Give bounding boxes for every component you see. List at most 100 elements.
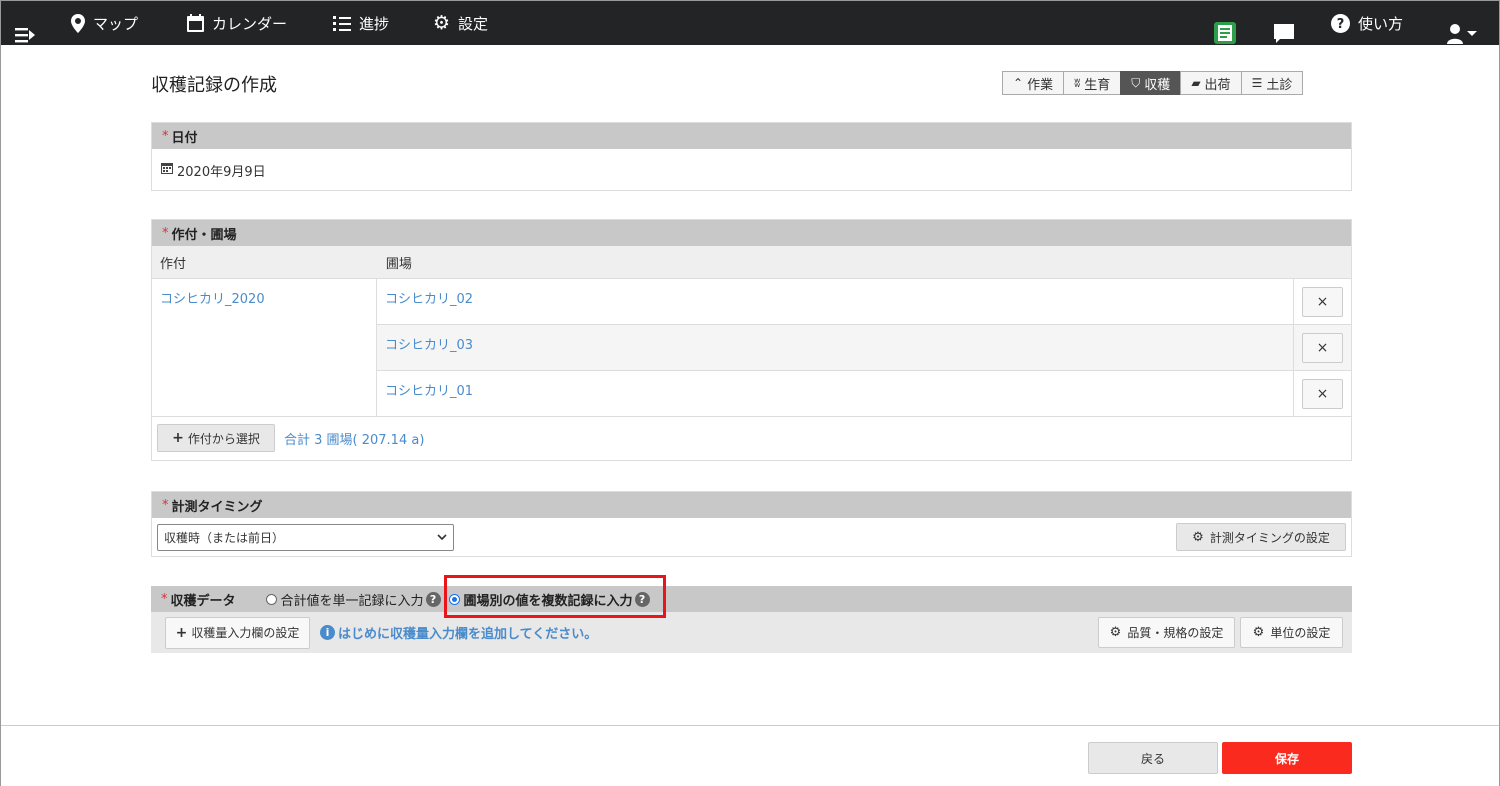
date-section-title: 日付 [171, 130, 198, 146]
remove-field-button[interactable]: × [1302, 378, 1343, 409]
nav-progress-label: 進捗 [359, 14, 390, 33]
field-table-body: コシヒカリ_2020 コシヒカリ_02 × コシヒカリ_03 × コシヒカリ_0… [152, 279, 1351, 417]
tab-growth-label: 生育 [1084, 77, 1111, 93]
timing-body: 収穫時（または前日） ⚙ 計測タイミングの設定 [152, 518, 1351, 556]
date-picker[interactable]: 2020年9月9日 [152, 149, 1351, 191]
tab-work[interactable]: ⌃ 作業 [1002, 71, 1065, 95]
harvest-data-header: * 収穫データ 合計値を単一記録に入力 ? 圃場別の値を複数記録に入力 ? [151, 586, 1352, 612]
help-icon[interactable]: ? [425, 591, 441, 607]
timing-section-header: * 計測タイミング [152, 492, 1351, 518]
table-row: コシヒカリ_02 × [377, 279, 1351, 325]
grass-icon: ʬ [1074, 76, 1081, 90]
field-link[interactable]: コシヒカリ_01 [385, 384, 473, 399]
crop-field-header: * 作付・圃場 [152, 220, 1351, 246]
quality-settings-label: 品質・規格の設定 [1127, 626, 1224, 640]
tab-shipping[interactable]: ▰ 出荷 [1180, 71, 1242, 95]
date-value: 2020年9月9日 [177, 164, 266, 180]
unit-settings-button[interactable]: ⚙ 単位の設定 [1240, 617, 1343, 648]
harvest-input-settings-label: 収穫量入力欄の設定 [191, 626, 300, 640]
info-message: i はじめに収穫量入力欄を追加してください。 [320, 623, 597, 642]
gear-icon: ⚙ [1192, 529, 1204, 545]
remove-field-button[interactable]: × [1302, 286, 1343, 317]
gear-icon: ⚙ [1252, 625, 1265, 640]
col-action [1294, 246, 1351, 278]
col-field: 圃場 [385, 256, 412, 272]
tab-work-label: 作業 [1027, 77, 1054, 93]
sliders-icon: ☰ [1251, 76, 1263, 90]
user-icon [1447, 24, 1477, 44]
timing-section-title: 計測タイミング [171, 499, 263, 515]
checklist-icon [333, 16, 351, 31]
field-table-header: 作付 圃場 [152, 246, 1351, 279]
harvest-data-section: * 収穫データ 合計値を単一記録に入力 ? 圃場別の値を複数記録に入力 ? + … [151, 586, 1352, 653]
crop-field-section: * 作付・圃場 作付 圃場 コシヒカリ_2020 コシヒカリ_02 × コシヒカ… [151, 219, 1352, 461]
basket-icon: ⛉ [1131, 75, 1141, 90]
nav-progress[interactable]: 進捗 [333, 1, 389, 45]
timing-select-value: 収穫時（または前日） [164, 530, 285, 545]
nav-settings-label: 設定 [458, 14, 489, 33]
handbook-icon[interactable] [1214, 11, 1236, 55]
user-menu[interactable] [1447, 12, 1477, 56]
save-button[interactable]: 保存 [1222, 742, 1352, 774]
top-navbar: マップ カレンダー 進捗 ⚙ 設定 ? 使い方 [1, 1, 1499, 45]
tab-growth[interactable]: ʬ 生育 [1063, 71, 1122, 95]
required-mark: * [162, 225, 169, 241]
crop-field-title: 作付・圃場 [171, 227, 237, 243]
radio-button[interactable] [265, 593, 277, 605]
unit-settings-label: 単位の設定 [1270, 626, 1331, 640]
radio-single-record[interactable]: 合計値を単一記録に入力 ? [265, 590, 441, 609]
info-text: はじめに収穫量入力欄を追加してください。 [338, 627, 598, 642]
tab-shipping-label: 出荷 [1204, 77, 1231, 93]
highlight-annotation [444, 575, 666, 618]
tab-harvest[interactable]: ⛉ 収穫 [1120, 71, 1182, 95]
select-from-crop-button[interactable]: + 作付から選択 [157, 424, 275, 452]
gear-icon: ⚙ [433, 12, 451, 34]
crop-link[interactable]: コシヒカリ_2020 [160, 292, 265, 307]
plus-icon: + [172, 430, 184, 446]
timing-settings-button[interactable]: ⚙ 計測タイミングの設定 [1176, 523, 1346, 551]
nav-settings[interactable]: ⚙ 設定 [433, 1, 488, 45]
table-row: コシヒカリ_01 × [377, 371, 1351, 417]
footer-bar: 戻る 保存 [1, 725, 1499, 786]
field-link[interactable]: コシヒカリ_02 [385, 292, 473, 307]
timing-settings-label: 計測タイミングの設定 [1209, 530, 1330, 545]
radio-single-label: 合計値を単一記録に入力 [280, 593, 424, 609]
field-rows: コシヒカリ_02 × コシヒカリ_03 × コシヒカリ_01 × [377, 279, 1351, 417]
timing-select[interactable]: 収穫時（または前日） [157, 523, 454, 551]
crop-cell: コシヒカリ_2020 [152, 279, 377, 417]
col-crop: 作付 [160, 256, 187, 272]
harvest-data-title: 収穫データ [170, 593, 236, 609]
required-mark: * [161, 591, 168, 607]
field-link[interactable]: コシヒカリ_03 [385, 338, 473, 353]
tab-soil[interactable]: ☰ 土診 [1240, 71, 1304, 95]
map-pin-icon [71, 13, 85, 33]
nav-help[interactable]: ? 使い方 [1331, 1, 1403, 45]
info-icon: i [320, 625, 335, 640]
select-from-crop-label: 作付から選択 [187, 431, 260, 446]
table-row: コシヒカリ_03 × [377, 325, 1351, 371]
page-title: 収穫記録の作成 [151, 75, 277, 96]
harvest-data-body: + 収穫量入力欄の設定 i はじめに収穫量入力欄を追加してください。 ⚙ 品質・… [151, 612, 1352, 653]
svg-text:?: ? [1337, 17, 1345, 32]
quality-settings-button[interactable]: ⚙ 品質・規格の設定 [1098, 617, 1235, 648]
calendar-icon [161, 162, 173, 178]
nav-help-label: 使い方 [1358, 14, 1404, 33]
gear-icon: ⚙ [1109, 625, 1122, 640]
plus-icon: + [175, 624, 188, 641]
record-type-tabs: ⌃ 作業 ʬ 生育 ⛉ 収穫 ▰ 出荷 ☰ 土診 [1002, 71, 1304, 95]
nav-map[interactable]: マップ [71, 1, 138, 45]
date-section: * 日付 2020年9月9日 [151, 122, 1352, 191]
menu-toggle-icon[interactable] [15, 13, 37, 57]
field-total: 合計 3 圃場( 207.14 a) [284, 432, 425, 448]
sprout-arc-icon: ⌃ [1013, 76, 1024, 90]
nav-map-label: マップ [93, 14, 139, 33]
remove-field-button[interactable]: × [1302, 332, 1343, 363]
back-button[interactable]: 戻る [1088, 742, 1218, 774]
help-circle-icon: ? [1331, 13, 1350, 33]
nav-calendar[interactable]: カレンダー [187, 1, 287, 45]
tab-soil-label: 土診 [1266, 77, 1293, 93]
date-section-header: * 日付 [152, 123, 1351, 149]
chat-icon[interactable] [1274, 12, 1294, 56]
timing-section: * 計測タイミング 収穫時（または前日） ⚙ 計測タイミングの設定 [151, 491, 1352, 557]
harvest-input-settings-button[interactable]: + 収穫量入力欄の設定 [165, 616, 310, 649]
